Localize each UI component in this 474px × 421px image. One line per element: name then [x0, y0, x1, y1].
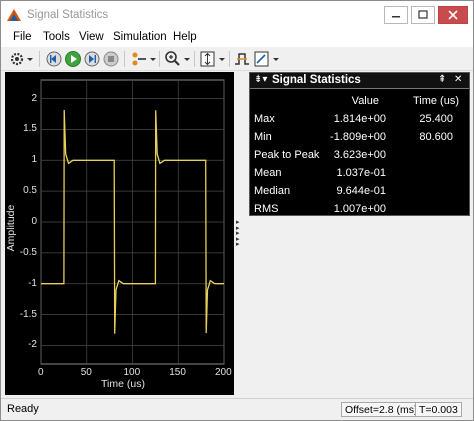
status-text: Ready: [7, 403, 39, 415]
stats-header-row: Value Time (us): [250, 93, 469, 111]
menu-bar: File Tools View Simulation Help: [1, 29, 473, 47]
toolbar-separator: [194, 51, 195, 67]
stats-row-mean: Mean 1.037e-01: [250, 165, 469, 183]
y-tick-label: 1: [31, 154, 37, 166]
stat-value: 1.037e-01: [336, 167, 386, 179]
offset-readout: Offset=2.8 (ms): [341, 402, 422, 417]
scope-display[interactable]: 2 1.5 1 0.5 0 -0.5 -1 -1.5 -2 0 50 100 150 200 Ampli…: [5, 72, 234, 395]
triggers-icon[interactable]: [233, 50, 251, 68]
menu-simulation[interactable]: Simulation: [113, 31, 167, 43]
x-tick-label: 200: [215, 367, 232, 378]
stats-panel-header: ⇟▾ Signal Statistics ⇞ ✕: [250, 73, 469, 89]
collapse-panel-icon[interactable]: ▸ ▸ ▸ ▸ ▸: [236, 219, 244, 248]
y-tick-label: 2: [31, 92, 37, 104]
menu-help[interactable]: Help: [173, 31, 197, 43]
minimize-button[interactable]: [384, 6, 408, 24]
stat-value: 1.814e+00: [333, 113, 386, 125]
stats-panel-title: Signal Statistics: [272, 74, 361, 86]
stat-time: 25.400: [419, 113, 453, 125]
stat-label: Min: [254, 131, 272, 143]
y-axis-label: Amplitude: [5, 204, 17, 252]
y-tick-label: 0: [31, 216, 37, 227]
undock-icon[interactable]: ⇞: [438, 74, 446, 85]
x-axis-label: Time (us): [101, 378, 145, 390]
menu-tools[interactable]: Tools: [43, 31, 70, 43]
stat-label: Peak to Peak: [254, 149, 320, 161]
y-tick-label: 0.5: [23, 185, 37, 197]
y-tick-label: -2: [28, 339, 37, 351]
menu-file[interactable]: File: [13, 31, 32, 43]
x-tick-label: 100: [123, 367, 141, 378]
x-tick-label: 150: [169, 367, 186, 378]
stat-label: Max: [254, 113, 275, 125]
stats-row-min: Min -1.809e+00 80.600: [250, 129, 469, 147]
y-tick-label: -1: [28, 277, 37, 289]
right-panel-area: ▸ ▸ ▸ ▸ ▸ ⇟▾ Signal Statistics ⇞ ✕ Value Tim…: [234, 72, 473, 395]
window-title: Signal Statistics: [27, 9, 109, 21]
signal-statistics-panel: ⇟▾ Signal Statistics ⇞ ✕ Value Time (us)…: [249, 72, 470, 216]
measurements-icon[interactable]: [253, 50, 281, 68]
toolbar-separator: [159, 51, 160, 67]
title-bar: Signal Statistics: [1, 1, 473, 29]
stat-label: Median: [254, 185, 291, 197]
stat-value: 3.623e+00: [333, 149, 386, 161]
stat-label: RMS: [254, 203, 279, 215]
toolbar-separator: [229, 51, 230, 67]
time-readout: T=0.003: [415, 402, 462, 417]
pin-icon[interactable]: ⇟▾: [254, 74, 267, 85]
stat-value: -1.809e+00: [330, 131, 386, 143]
matlab-app-icon: [7, 9, 21, 21]
signal-plot[interactable]: [5, 72, 234, 395]
scale-axes-icon[interactable]: [199, 50, 227, 68]
y-tick-label: -1.5: [19, 308, 37, 320]
close-panel-icon[interactable]: ✕: [454, 74, 462, 85]
maximize-button[interactable]: [411, 6, 435, 24]
status-bar: Ready Offset=2.8 (ms) T=0.003: [1, 398, 473, 420]
y-tick-label: 1.5: [23, 123, 37, 135]
step-forward-icon[interactable]: [83, 50, 101, 68]
x-tick-label: 0: [38, 367, 44, 378]
x-tick-label: 50: [80, 367, 92, 378]
settings-icon[interactable]: [9, 50, 35, 68]
menu-view[interactable]: View: [79, 31, 104, 43]
toolbar-separator: [39, 51, 40, 67]
stats-row-rms: RMS 1.007e+00: [250, 201, 469, 219]
stat-value: 9.644e-01: [336, 185, 386, 197]
run-icon[interactable]: [64, 50, 82, 68]
stats-row-median: Median 9.644e-01: [250, 183, 469, 201]
toolbar-separator: [124, 51, 125, 67]
stats-row-max: Max 1.814e+00 25.400: [250, 111, 469, 129]
step-back-icon[interactable]: [45, 50, 63, 68]
zoom-in-icon[interactable]: [164, 50, 192, 68]
highlight-icon[interactable]: [129, 50, 157, 68]
stat-label: Mean: [254, 167, 282, 179]
scope-window: Signal Statistics File Tools View Simula…: [0, 0, 474, 421]
y-tick-label: -0.5: [19, 246, 37, 258]
stats-row-peak-to-peak: Peak to Peak 3.623e+00: [250, 147, 469, 165]
toolbar: [1, 47, 473, 71]
close-button[interactable]: [438, 6, 468, 24]
value-column-header: Value: [351, 95, 379, 107]
stop-icon[interactable]: [102, 50, 120, 68]
time-column-header: Time (us): [412, 95, 459, 107]
stat-value: 1.007e+00: [333, 203, 386, 215]
stat-time: 80.600: [419, 131, 453, 143]
